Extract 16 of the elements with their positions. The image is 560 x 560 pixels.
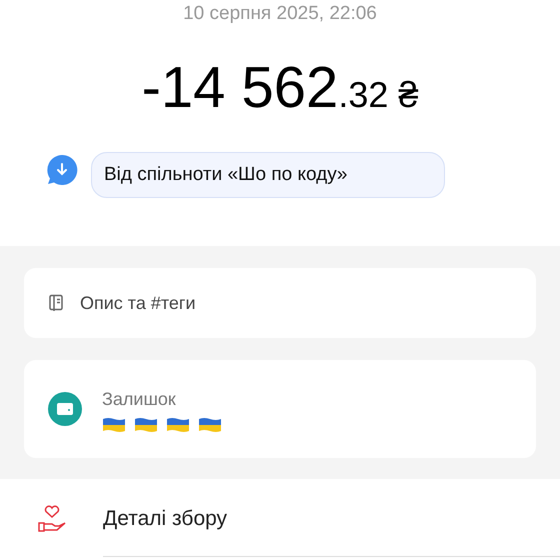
heart-hand-icon (37, 505, 67, 533)
transaction-date: 10 серпня 2025, 22:06 (183, 2, 377, 26)
flag-icon (102, 416, 126, 432)
flag-icon (166, 416, 190, 432)
flag-icon (134, 416, 158, 432)
comment-icon (45, 153, 79, 187)
amount: -14 562.32 ₴ (142, 56, 418, 122)
flag-icon (198, 416, 222, 432)
details-label: Деталі збору (103, 506, 228, 532)
comment-bubble: Від спільноти «Шо по коду» (91, 152, 445, 198)
description-card[interactable]: Опис та #теги (24, 268, 536, 338)
wallet-icon (48, 392, 82, 426)
description-label: Опис та #теги (80, 292, 196, 314)
notebook-icon (48, 294, 64, 312)
details-row[interactable]: Деталі збору (0, 479, 560, 559)
balance-label: Залишок (102, 388, 177, 410)
